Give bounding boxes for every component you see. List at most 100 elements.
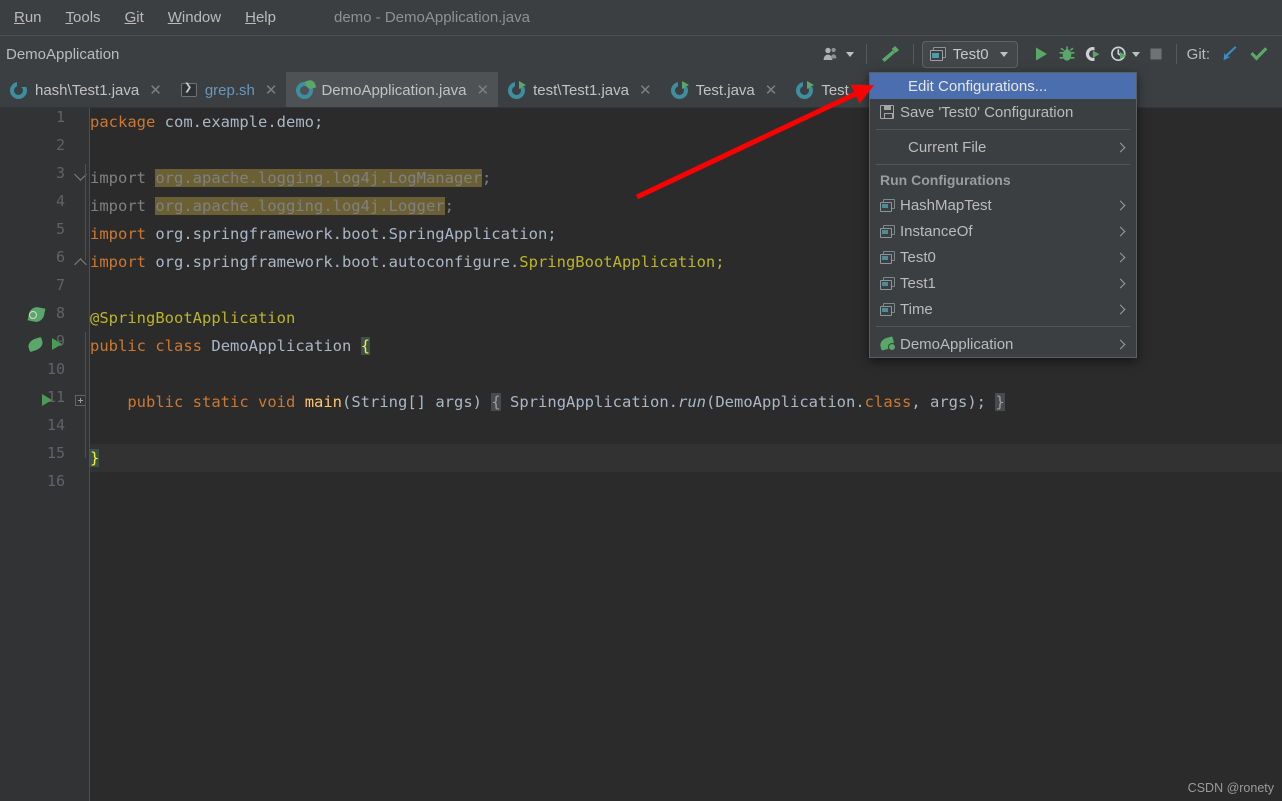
editor-tab-test-test1[interactable]: test\Test1.java ✕: [498, 72, 660, 107]
menu-item-test1[interactable]: Test1: [870, 270, 1136, 296]
token-annotation: @SpringBootApplication: [90, 309, 296, 327]
token-unused-import-2: org.apache.logging.log4j.Logger: [155, 197, 445, 215]
menu-item-demoapplication[interactable]: DemoApplication: [870, 331, 1136, 357]
menu-run[interactable]: Run: [4, 6, 52, 29]
window-title: demo - DemoApplication.java: [333, 9, 530, 26]
editor-tab-grep-sh[interactable]: grep.sh ✕: [171, 72, 287, 107]
menu-item-label: DemoApplication: [900, 335, 1014, 353]
run-configuration-label: Test0: [952, 45, 989, 63]
menu-help[interactable]: Help: [235, 6, 286, 29]
menu-window-rest: indow: [181, 9, 222, 26]
tab-close-icon[interactable]: ✕: [639, 83, 652, 98]
debug-icon: [1059, 46, 1075, 61]
token-method-params: (String[] args): [342, 393, 482, 411]
menu-item-label: Current File: [908, 138, 987, 156]
spring-boot-icon: [878, 336, 900, 351]
spring-boot-icon[interactable]: [26, 336, 45, 353]
menu-item-edit-configurations[interactable]: Edit Configurations...: [870, 73, 1136, 99]
token-void-keyword: void: [258, 393, 296, 411]
java-class-icon: [10, 81, 27, 99]
editor-tab-label: Test.java: [695, 81, 755, 99]
menu-help-rest: elp: [255, 9, 276, 26]
run-with-coverage-button[interactable]: [1080, 41, 1106, 67]
user-settings-button[interactable]: [819, 41, 858, 67]
token-import-keyword: import: [90, 169, 146, 187]
menu-item-hashmaptest[interactable]: HashMapTest: [870, 192, 1136, 218]
profile-caret-icon: [1131, 51, 1140, 57]
java-runnable-icon: [796, 80, 815, 99]
line-number: 1: [55, 108, 65, 126]
chevron-right-icon: [1115, 252, 1126, 262]
editor-tab-label: grep.sh: [204, 81, 255, 99]
menu-item-save-configuration[interactable]: Save 'Test0' Configuration: [870, 99, 1136, 125]
token-semicolon: ;: [444, 197, 454, 215]
menu-separator-1: [876, 129, 1130, 130]
tab-close-icon[interactable]: ✕: [149, 83, 162, 98]
token-class-name: DemoApplication: [211, 337, 352, 355]
line-number: 2: [55, 136, 65, 154]
menu-item-time[interactable]: Time: [870, 296, 1136, 322]
token-semicolon: ;: [481, 169, 492, 187]
breadcrumb[interactable]: DemoApplication: [6, 46, 119, 63]
run-button[interactable]: [1028, 41, 1054, 67]
chevron-right-icon: [1115, 339, 1126, 349]
menu-item-test0[interactable]: Test0: [870, 244, 1136, 270]
menu-git[interactable]: Git: [115, 6, 154, 29]
run-configuration-icon: [929, 47, 946, 61]
folded-region-open[interactable]: {: [491, 393, 501, 411]
token-body-call-c: (DemoApplication.: [706, 393, 865, 411]
run-configuration-icon: [880, 198, 900, 212]
folded-region-close[interactable]: }: [995, 393, 1005, 411]
java-runnable-icon: [670, 80, 689, 99]
menu-separator-2: [876, 164, 1130, 165]
token-method-name: main: [304, 393, 343, 411]
debug-button[interactable]: [1054, 41, 1080, 67]
run-configuration-icon: [880, 276, 900, 290]
git-commit-button[interactable]: [1244, 41, 1274, 67]
editor-tab-test-java[interactable]: Test.java ✕: [661, 72, 787, 107]
run-with-coverage-icon: [1085, 47, 1100, 61]
folding-strip[interactable]: [73, 108, 90, 801]
editor-tab-test-partial[interactable]: Test: [786, 72, 858, 107]
editor-tab-label: test\Test1.java: [533, 81, 629, 99]
menu-item-label: HashMapTest: [900, 196, 992, 214]
menu-item-label: Test0: [900, 248, 936, 266]
menu-section-run-configurations: Run Configurations: [880, 172, 1011, 188]
editor-tab-demoapplication[interactable]: DemoApplication.java ✕: [286, 72, 499, 107]
tab-close-icon[interactable]: ✕: [265, 83, 278, 98]
chevron-right-icon: [1115, 304, 1126, 314]
token-import-4-cls: SpringBootApplication;: [519, 253, 725, 271]
spring-bean-icon[interactable]: [27, 305, 46, 324]
stop-icon: [1150, 48, 1162, 60]
stop-button[interactable]: [1144, 41, 1168, 67]
watermark: CSDN @ronety: [1187, 781, 1274, 795]
tab-close-icon[interactable]: ✕: [765, 83, 778, 98]
git-label: Git:: [1186, 45, 1210, 63]
line-number: 5: [55, 220, 65, 238]
menu-window[interactable]: Window: [158, 6, 231, 29]
menu-tools[interactable]: Tools: [56, 6, 111, 29]
run-gutter-icon[interactable]: [42, 394, 52, 406]
token-close-brace: }: [90, 449, 100, 467]
run-gutter-icon[interactable]: [52, 338, 62, 350]
profile-icon: [1110, 46, 1127, 62]
run-icon: [1035, 47, 1047, 61]
menu-git-mnemonic: G: [124, 9, 137, 26]
tab-close-icon[interactable]: ✕: [477, 83, 490, 98]
fold-end-icon[interactable]: [74, 258, 87, 271]
shell-script-icon: [180, 82, 197, 97]
git-update-button[interactable]: [1216, 41, 1244, 67]
menu-item-current-file[interactable]: Current File: [870, 134, 1136, 160]
run-configuration-selector[interactable]: Test0: [921, 40, 1018, 68]
editor-tab-label: hash\Test1.java: [35, 81, 140, 99]
profile-button[interactable]: [1106, 41, 1144, 67]
menu-item-instanceof[interactable]: InstanceOf: [870, 218, 1136, 244]
token-unused-import-1: org.apache.logging.log4j.LogManager: [155, 169, 482, 187]
save-icon: [880, 105, 900, 119]
editor-tab-hash-test1[interactable]: hash\Test1.java ✕: [0, 72, 171, 107]
build-project-button[interactable]: [875, 41, 905, 67]
toolbar-right-group: Test0 Git:: [819, 36, 1282, 72]
editor-gutter[interactable]: 1 2 3 4 5 6 7 8 9 10 11 14 15 16: [0, 108, 73, 801]
menu-item-label: Time: [900, 300, 933, 318]
code-line-1: package com.example.demo;: [90, 108, 323, 136]
